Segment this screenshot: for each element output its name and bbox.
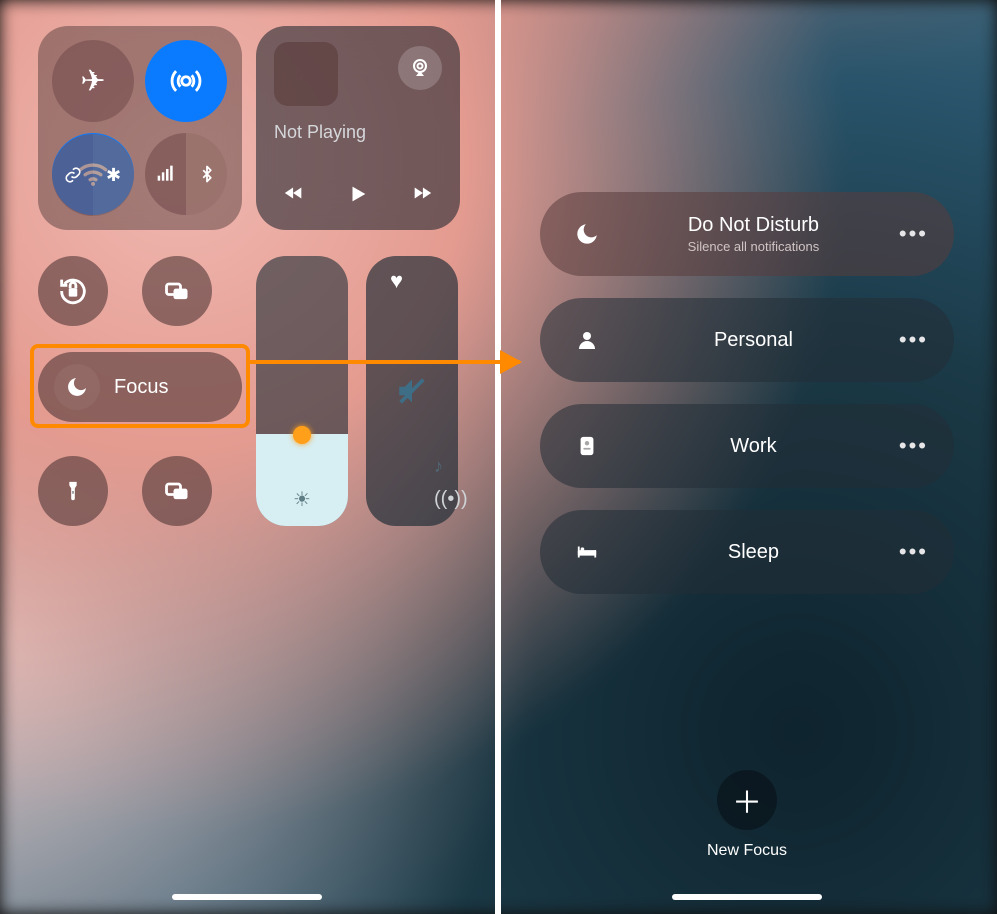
focus-mode-personal[interactable]: Personal •••	[540, 298, 954, 382]
media-controls	[256, 182, 460, 206]
bluetooth-icon	[198, 163, 216, 185]
annotation-highlight-box	[30, 344, 250, 428]
focus-mode-options-button[interactable]: •••	[899, 539, 928, 565]
focus-mode-list: Do Not Disturb Silence all notifications…	[540, 192, 954, 594]
home-indicator[interactable]	[172, 894, 322, 900]
focus-mode-do-not-disturb[interactable]: Do Not Disturb Silence all notifications…	[540, 192, 954, 276]
focus-mode-text: Personal	[608, 329, 899, 352]
focus-mode-title: Do Not Disturb	[608, 214, 899, 237]
focus-mode-text: Sleep	[608, 541, 899, 564]
orientation-lock-toggle[interactable]	[38, 256, 108, 326]
forward-icon	[409, 182, 435, 204]
extra-connectivity-split[interactable]: ✱	[52, 134, 134, 216]
new-focus-label: New Focus	[707, 842, 787, 860]
focus-mode-options-button[interactable]: •••	[899, 327, 928, 353]
airplay-button[interactable]	[398, 46, 442, 90]
flashlight-icon	[62, 475, 84, 507]
badge-icon	[566, 433, 608, 459]
brightness-thumb	[293, 426, 311, 444]
focus-mode-title: Personal	[608, 329, 899, 352]
new-focus-button[interactable]: ＋ New Focus	[707, 770, 787, 860]
focus-mode-title: Work	[608, 435, 899, 458]
now-playing-title: Not Playing	[274, 122, 366, 143]
link-toggle[interactable]	[52, 134, 93, 216]
album-art-placeholder	[274, 42, 338, 106]
cellular-toggle[interactable]	[145, 133, 186, 215]
airplane-icon: ✈	[80, 64, 105, 99]
play-button[interactable]	[347, 182, 369, 206]
phone-control-center: ✈	[0, 0, 494, 914]
link-icon	[64, 166, 82, 184]
orientation-lock-icon	[56, 274, 90, 308]
sun-icon: ☀	[293, 487, 311, 512]
annotation-arrow	[250, 360, 520, 364]
now-playing-tile[interactable]: Not Playing	[256, 26, 460, 230]
rewind-button[interactable]	[281, 182, 307, 206]
moon-icon	[566, 221, 608, 247]
cellular-icon	[156, 164, 176, 184]
focus-mode-sleep[interactable]: Sleep •••	[540, 510, 954, 594]
screen-mirroring-toggle-2[interactable]	[142, 456, 212, 526]
plus-icon: ＋	[717, 770, 777, 830]
connectivity-tile[interactable]: ✈	[38, 26, 242, 230]
airdrop-icon	[169, 64, 203, 98]
focus-mode-options-button[interactable]: •••	[899, 433, 928, 459]
home-indicator[interactable]	[672, 894, 822, 900]
play-icon	[347, 182, 369, 206]
mute-icon	[395, 374, 429, 408]
leaf-icon: ✱	[106, 165, 121, 186]
airplay-icon	[408, 56, 432, 80]
cellular-bluetooth-split[interactable]	[145, 133, 227, 215]
heart-icon: ♥	[390, 268, 403, 294]
bluetooth-toggle[interactable]	[186, 133, 227, 215]
forward-button[interactable]	[409, 182, 435, 206]
focus-mode-text: Work	[608, 435, 899, 458]
phone-focus-list: Do Not Disturb Silence all notifications…	[500, 0, 994, 914]
airplane-mode-toggle[interactable]: ✈	[52, 40, 134, 122]
focus-mode-title: Sleep	[608, 541, 899, 564]
focus-mode-text: Do Not Disturb Silence all notifications	[608, 214, 899, 254]
focus-mode-options-button[interactable]: •••	[899, 221, 928, 247]
hotspot-icon: ((•))	[434, 488, 468, 511]
bed-icon	[566, 541, 608, 563]
screen-mirroring-icon	[160, 477, 194, 505]
flashlight-toggle[interactable]	[38, 456, 108, 526]
focus-mode-work[interactable]: Work •••	[540, 404, 954, 488]
brightness-fill	[256, 434, 348, 526]
brightness-slider[interactable]: ☀	[256, 256, 348, 526]
volume-slider[interactable]	[366, 256, 458, 526]
screen-mirroring-icon	[160, 277, 194, 305]
airdrop-toggle[interactable]	[145, 40, 227, 122]
music-note-icon: ♪	[434, 456, 443, 477]
nature-toggle[interactable]: ✱	[93, 134, 134, 216]
screen-mirroring-toggle[interactable]	[142, 256, 212, 326]
focus-mode-subtitle: Silence all notifications	[608, 239, 899, 254]
person-icon	[566, 328, 608, 352]
rewind-icon	[281, 182, 307, 204]
